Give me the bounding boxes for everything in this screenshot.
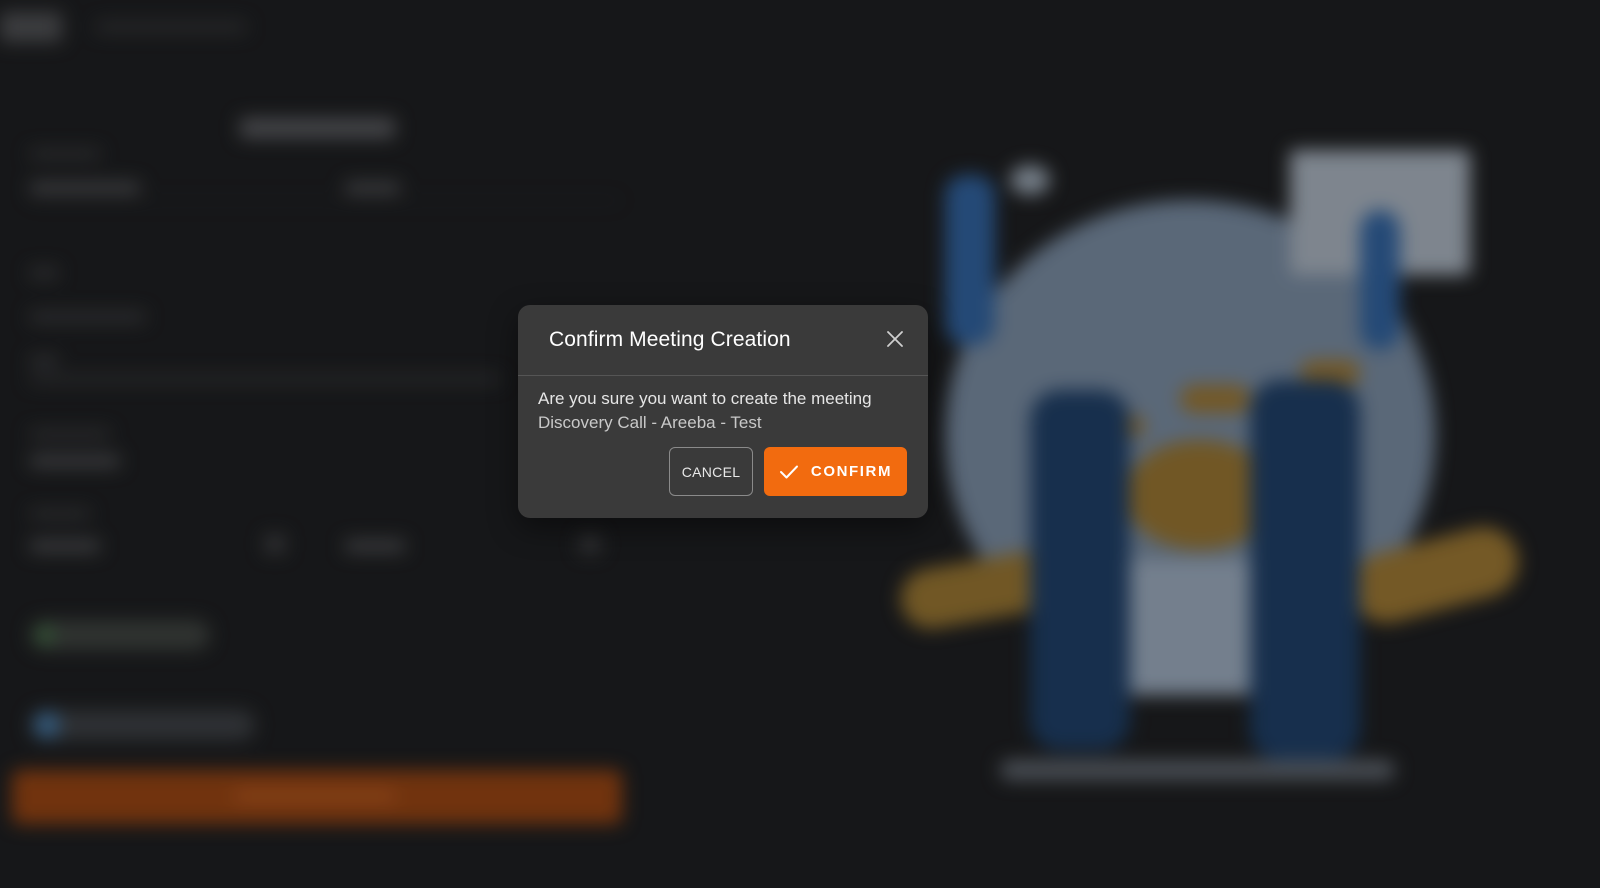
dialog-body: Are you sure you want to create the meet… [538,387,910,435]
confirm-button-label: CONFIRM [810,463,893,480]
cancel-button-label: CANCEL [681,463,741,480]
close-button[interactable] [882,326,908,352]
dialog-header: Confirm Meeting Creation [518,305,928,376]
cancel-button[interactable]: CANCEL [669,447,753,496]
page: Confirm Meeting Creation Are you sure yo… [0,0,1600,888]
close-icon [887,331,903,347]
meeting-name: Discovery Call - Areeba - Test [538,413,762,432]
confirm-button[interactable]: CONFIRM [764,447,907,496]
dialog-actions: CANCEL CONFIRM [669,447,907,496]
check-icon [779,465,798,478]
confirm-dialog: Confirm Meeting Creation Are you sure yo… [518,305,928,518]
dialog-title: Confirm Meeting Creation [549,328,791,351]
confirm-question: Are you sure you want to create the meet… [538,389,872,408]
